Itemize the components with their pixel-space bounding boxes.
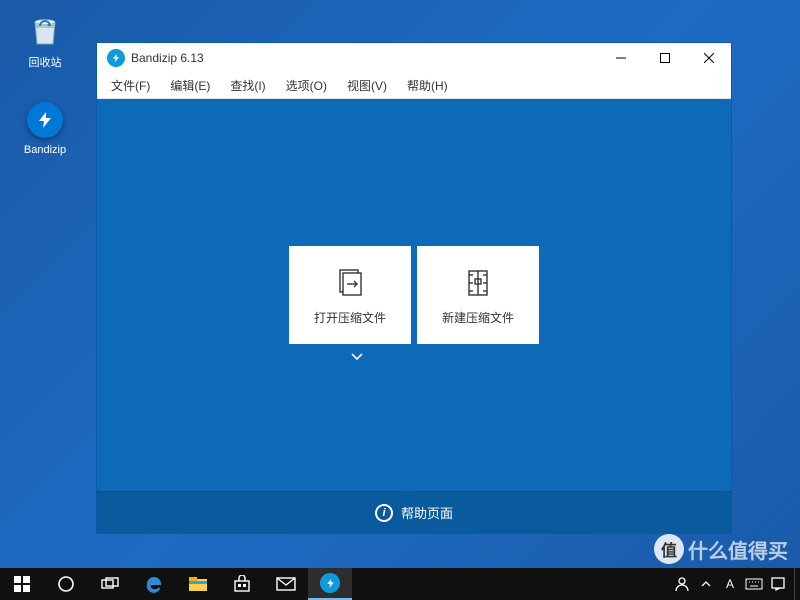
menu-edit[interactable]: 编辑(E) [160,74,220,97]
desktop-icon-label: 回收站 [10,54,80,70]
tray-notifications-icon[interactable] [766,568,790,600]
window-controls [599,43,731,73]
tray-keyboard-icon[interactable] [742,568,766,600]
watermark-text: 什么值得买 [688,535,788,564]
menu-view[interactable]: 视图(V) [337,74,397,97]
new-archive-button[interactable]: 新建压缩文件 [417,246,539,344]
tray-chevron-up-icon[interactable] [694,568,718,600]
cortana-button[interactable] [44,568,88,600]
minimize-button[interactable] [599,43,643,73]
bandizip-icon [25,100,65,140]
system-tray: A [670,568,800,600]
desktop-icon-recycle-bin[interactable]: 回收站 [10,10,80,70]
taskbar-edge[interactable] [132,568,176,600]
window-title: Bandizip 6.13 [131,51,599,65]
help-page-label: 帮助页面 [401,503,453,522]
recent-dropdown-button[interactable] [350,349,364,367]
menu-options[interactable]: 选项(O) [276,74,337,97]
tray-people-icon[interactable] [670,568,694,600]
taskbar-store[interactable] [220,568,264,600]
menu-help[interactable]: 帮助(H) [397,74,458,97]
recycle-bin-icon [25,10,65,50]
taskbar-bandizip[interactable] [308,568,352,600]
watermark-badge: 值 [654,534,684,564]
open-archive-icon [332,265,368,301]
start-button[interactable] [0,568,44,600]
new-archive-label: 新建压缩文件 [442,309,514,326]
close-button[interactable] [687,43,731,73]
help-page-button[interactable]: i 帮助页面 [97,491,731,533]
new-archive-icon [460,265,496,301]
open-archive-button[interactable]: 打开压缩文件 [289,246,411,344]
maximize-button[interactable] [643,43,687,73]
taskbar: A [0,568,800,600]
desktop-icon-bandizip[interactable]: Bandizip [10,100,80,156]
taskbar-explorer[interactable] [176,568,220,600]
watermark: 值 什么值得买 [654,534,788,564]
app-icon [107,49,125,67]
main-panel: 打开压缩文件 新建压缩文件 [97,99,731,491]
desktop-icon-label: Bandizip [10,144,80,156]
menu-find[interactable]: 查找(I) [220,74,275,97]
show-desktop-button[interactable] [794,568,800,600]
task-view-button[interactable] [88,568,132,600]
open-archive-label: 打开压缩文件 [314,309,386,326]
info-icon: i [375,504,393,522]
menubar: 文件(F) 编辑(E) 查找(I) 选项(O) 视图(V) 帮助(H) [97,73,731,99]
desktop[interactable]: 回收站 Bandizip Bandizip 6.13 [0,0,800,600]
taskbar-mail[interactable] [264,568,308,600]
client-area: 打开压缩文件 新建压缩文件 [97,99,731,533]
bandizip-window: Bandizip 6.13 文件(F) 编辑(E) 查找(I) 选项(O) 视图… [96,42,732,534]
tray-ime-icon[interactable]: A [718,568,742,600]
titlebar[interactable]: Bandizip 6.13 [97,43,731,73]
menu-file[interactable]: 文件(F) [101,74,160,97]
